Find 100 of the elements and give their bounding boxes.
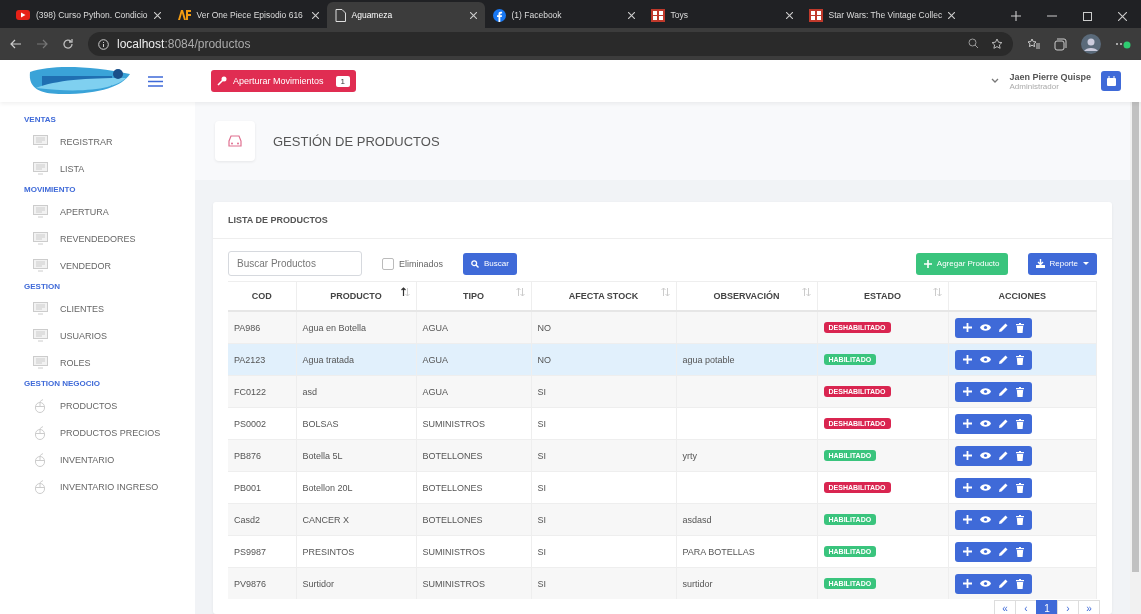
zoom-icon[interactable]: [968, 38, 979, 49]
table-cell: SUMINISTROS: [422, 418, 485, 429]
column-header[interactable]: AFECTA STOCK: [568, 291, 639, 301]
eye-icon: [979, 484, 991, 491]
page-icon: [334, 8, 346, 22]
reload-icon[interactable]: [62, 38, 74, 50]
table-cell: asd: [302, 386, 317, 397]
sidebar-item[interactable]: PRODUCTOS: [60, 400, 118, 411]
pencil-icon: [998, 355, 1008, 364]
close-icon[interactable]: [469, 11, 477, 19]
page-button[interactable]: ›: [1057, 600, 1079, 614]
browser-tab[interactable]: Aguameza: [326, 2, 485, 28]
browser-tab[interactable]: Ver One Piece Episodio 616: [168, 2, 327, 28]
back-icon[interactable]: [10, 39, 22, 49]
section-heading: MOVIMIENTO: [23, 184, 77, 196]
close-icon[interactable]: [153, 11, 161, 19]
menu-icon[interactable]: [148, 75, 163, 87]
maximize-icon[interactable]: [1083, 11, 1092, 21]
close-icon[interactable]: [785, 11, 793, 19]
grid-icon: [808, 8, 823, 22]
sidebar-item[interactable]: REGISTRAR: [60, 136, 113, 147]
search-icon: [471, 259, 480, 268]
search-field[interactable]: Buscar Productos: [228, 251, 362, 276]
eye-icon: [979, 420, 991, 427]
sidebar-item[interactable]: ROLES: [60, 357, 91, 368]
table-cell: PA2123: [234, 354, 266, 365]
page-button[interactable]: 1: [1036, 600, 1058, 614]
mouse-icon: [35, 425, 45, 440]
plus-icon: [962, 515, 972, 524]
eye-icon: [979, 388, 991, 395]
sidebar-item[interactable]: PRODUCTOS PRECIOS: [60, 427, 161, 438]
close-icon[interactable]: [311, 11, 319, 19]
browser-tab[interactable]: Star Wars: The Vintage Collec: [800, 2, 964, 28]
close-icon[interactable]: [948, 11, 956, 19]
close-icon[interactable]: [627, 11, 635, 19]
avatar-icon[interactable]: [1081, 34, 1101, 54]
sidebar-item[interactable]: USUARIOS: [60, 330, 107, 341]
browser-tab[interactable]: (398) Curso Python. Condicio: [8, 2, 169, 28]
section-heading: GESTION NEGOCIO: [23, 378, 101, 390]
sidebar-item[interactable]: INVENTARIO: [60, 454, 115, 465]
column-header[interactable]: TIPO: [463, 291, 484, 301]
pencil-icon: [998, 547, 1008, 556]
car-icon: [227, 134, 243, 148]
table-cell: SI: [537, 546, 546, 557]
close-icon[interactable]: [1118, 11, 1127, 21]
checkbox[interactable]: [382, 257, 394, 270]
column-header[interactable]: ESTADO: [864, 291, 901, 301]
table-cell: SUMINISTROS: [422, 546, 485, 557]
table-cell: BOTELLONES: [422, 514, 483, 525]
column-header[interactable]: COD: [251, 291, 272, 301]
scrollbar[interactable]: [1130, 102, 1141, 614]
address-bar[interactable]: localhost:8084/productos: [88, 32, 1013, 56]
caret-icon: [1083, 261, 1089, 266]
sidebar-item[interactable]: CLIENTES: [60, 303, 104, 314]
sidebar-item[interactable]: REVENDEDORES: [60, 233, 136, 244]
trash-icon: [1015, 354, 1024, 365]
aperturar-button[interactable]: Aperturar Movimientos 1: [211, 70, 356, 92]
trash-icon: [1015, 322, 1024, 333]
favorites-icon[interactable]: [1027, 38, 1040, 50]
sidebar-item[interactable]: VENDEDOR: [60, 260, 111, 271]
collections-icon[interactable]: [1054, 37, 1067, 51]
trash-icon: [1015, 482, 1024, 493]
table-cell: PARA BOTELLAS: [682, 546, 755, 557]
page-button[interactable]: ‹: [1015, 600, 1037, 614]
column-header[interactable]: ACCIONES: [998, 291, 1046, 301]
page-title: GESTIÓN DE PRODUCTOS: [273, 133, 440, 149]
table-cell: Surtidor: [302, 578, 334, 589]
sidebar-item[interactable]: INVENTARIO INGRESO: [60, 481, 159, 492]
browser-tab[interactable]: (1) Facebook: [484, 2, 643, 28]
new-tab-icon[interactable]: [1011, 11, 1021, 21]
table-cell: PV9876: [234, 578, 267, 589]
table-cell: SI: [537, 578, 546, 589]
plus-icon: [962, 323, 972, 332]
more-icon[interactable]: [1115, 39, 1131, 49]
column-header[interactable]: PRODUCTO: [330, 291, 382, 301]
pencil-icon: [998, 451, 1008, 460]
search-button[interactable]: Buscar: [463, 252, 517, 275]
browser-tab[interactable]: Toys: [642, 2, 801, 28]
plus-icon: [962, 355, 972, 364]
user-name: Jaen Pierre Quispe: [1009, 71, 1091, 82]
column-header[interactable]: OBSERVACIÓN: [713, 291, 780, 301]
page-button[interactable]: »: [1078, 600, 1100, 614]
plus-icon: [962, 419, 972, 428]
url-text: localhost:8084/productos: [117, 37, 251, 51]
table-cell: NO: [537, 354, 551, 365]
sidebar-item[interactable]: APERTURA: [60, 206, 109, 217]
sidebar-item[interactable]: LISTA: [60, 163, 85, 174]
pencil-icon: [998, 419, 1008, 428]
trash-icon: [1015, 418, 1024, 429]
eye-icon: [979, 324, 991, 331]
calendar-button[interactable]: [1101, 71, 1121, 91]
report-button[interactable]: Reporte: [1027, 252, 1097, 275]
sort-icon[interactable]: [400, 287, 410, 297]
page-button[interactable]: «: [994, 600, 1016, 614]
chevron-icon[interactable]: [991, 78, 1000, 84]
table-cell: Botella 5L: [302, 450, 343, 461]
monitor-icon: [32, 329, 48, 342]
forward-icon[interactable]: [36, 39, 48, 49]
star-icon[interactable]: [991, 38, 1003, 50]
eye-icon: [979, 356, 991, 363]
